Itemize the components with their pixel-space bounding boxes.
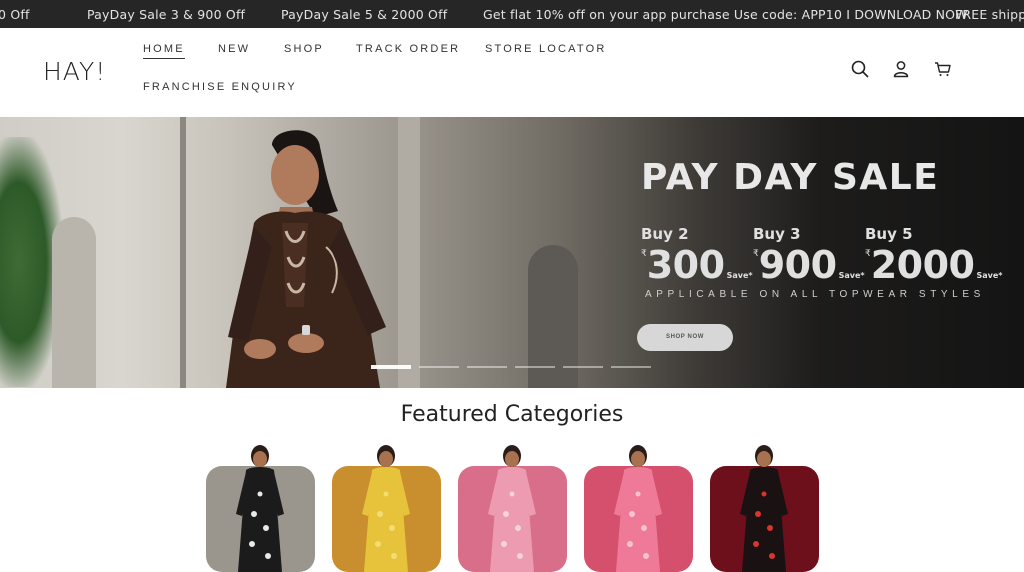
logo[interactable]: HAY! xyxy=(43,57,107,86)
nav-track-order[interactable]: TRACK ORDER xyxy=(356,43,460,55)
offer-buy-label: Buy 2 xyxy=(641,225,689,243)
announcement-item[interactable]: Get flat 10% off on your app purchase Us… xyxy=(483,7,968,22)
rupee-symbol: ₹ xyxy=(641,249,647,259)
hero-title: PAY DAY SALE xyxy=(641,157,940,198)
featured-categories-title: Featured Categories xyxy=(400,402,624,427)
announcement-item[interactable]: PayDay Sale 3 & 900 Off xyxy=(87,7,245,22)
offer-save-label: Save* xyxy=(726,271,753,280)
category-model-image xyxy=(236,445,284,572)
pillar-decoration xyxy=(180,117,186,388)
slider-dot[interactable] xyxy=(563,366,603,368)
announcement-item[interactable]: FREE shippin xyxy=(955,7,1024,22)
category-model-image xyxy=(740,445,788,572)
category-model-image xyxy=(488,445,536,572)
slider-dot[interactable] xyxy=(467,366,507,368)
site-header: HAY! HOME NEW SHOP TRACK ORDER STORE LOC… xyxy=(0,28,1024,117)
offer-save-label: Save* xyxy=(838,271,865,280)
hero-banner[interactable]: PAY DAY SALE Buy 2 ₹300 Save* Buy 3 ₹900 S… xyxy=(0,117,1024,388)
arch-decoration xyxy=(52,217,96,388)
nav-new[interactable]: NEW xyxy=(218,43,250,55)
category-model-image xyxy=(362,445,410,572)
category-card[interactable] xyxy=(332,445,441,572)
announcement-bar: 0 Off PayDay Sale 3 & 900 Off PayDay Sal… xyxy=(0,0,1024,28)
category-card[interactable] xyxy=(584,445,693,572)
slider-dot[interactable] xyxy=(371,365,411,369)
cart-icon[interactable] xyxy=(933,59,953,79)
slider-dot[interactable] xyxy=(419,366,459,368)
category-card[interactable] xyxy=(458,445,567,572)
category-model-image xyxy=(614,445,662,572)
account-icon[interactable] xyxy=(891,59,911,79)
offer-buy-5: Buy 5 ₹2000 Save* xyxy=(865,225,1002,287)
rupee-symbol: ₹ xyxy=(753,249,759,259)
offer-amount: 900 xyxy=(758,243,837,287)
slider-dot[interactable] xyxy=(515,366,555,368)
search-icon[interactable] xyxy=(850,59,870,79)
announcement-item[interactable]: PayDay Sale 5 & 2000 Off xyxy=(281,7,447,22)
category-card[interactable] xyxy=(206,445,315,572)
shop-now-button[interactable]: SHOP NOW xyxy=(637,324,733,351)
offer-save-label: Save* xyxy=(976,271,1003,280)
announcement-item[interactable]: 0 Off xyxy=(0,7,30,22)
offer-buy-label: Buy 3 xyxy=(753,225,801,243)
rupee-symbol: ₹ xyxy=(865,249,871,259)
offer-buy-label: Buy 5 xyxy=(865,225,913,243)
offer-amount: 300 xyxy=(646,243,725,287)
nav-home[interactable]: HOME xyxy=(143,43,185,59)
offer-buy-2: Buy 2 ₹300 Save* xyxy=(641,225,753,287)
slider-dot[interactable] xyxy=(611,366,651,368)
logo-text: HAY! xyxy=(43,57,107,86)
offer-amount: 2000 xyxy=(870,243,975,287)
nav-franchise-enquiry[interactable]: FRANCHISE ENQUIRY xyxy=(143,81,297,93)
model-image xyxy=(226,130,386,388)
nav-store-locator[interactable]: STORE LOCATOR xyxy=(485,43,607,55)
pillar-decoration xyxy=(398,117,420,388)
category-card[interactable] xyxy=(710,445,819,572)
hero-subtitle: APPLICABLE ON ALL TOPWEAR STYLES xyxy=(645,289,985,300)
nav-shop[interactable]: SHOP xyxy=(284,43,324,55)
offer-buy-3: Buy 3 ₹900 Save* xyxy=(753,225,865,287)
